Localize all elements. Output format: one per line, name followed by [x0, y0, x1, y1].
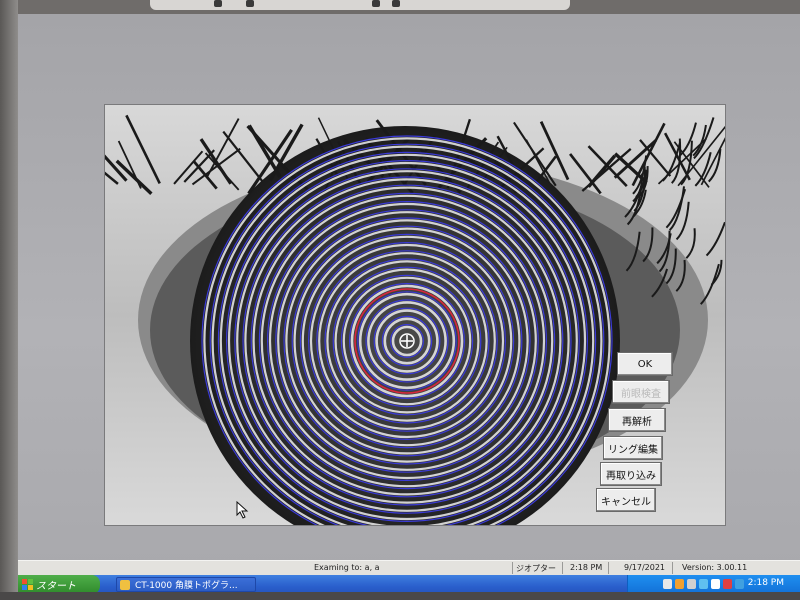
status-separator [608, 562, 609, 574]
tray-security-icon[interactable] [675, 579, 684, 589]
mouse-cursor-icon [236, 501, 249, 519]
anterior-exam-button[interactable]: 前眼検査 [612, 380, 670, 404]
measurement-mode: ジオプター [516, 564, 556, 573]
task-label: CT-1000 角膜トポグラ... [135, 581, 238, 591]
status-separator [672, 562, 673, 574]
tray-app-icon[interactable] [699, 579, 708, 589]
examining-status: Examing to: a, a [314, 563, 380, 572]
monitor-top-strip [150, 0, 570, 10]
bezel-icon [214, 0, 222, 7]
bezel-icon [246, 0, 254, 7]
version-label: Version: 3.00.11 [682, 563, 748, 572]
ok-button[interactable]: OK [617, 352, 673, 376]
status-bar: Examing to: a, a ジオプター 2:18 PM 9/17/2021… [18, 560, 800, 576]
app-icon [120, 580, 130, 590]
status-time: 2:18 PM [570, 563, 603, 572]
windows-flag-icon [22, 579, 33, 590]
reanalyze-button[interactable]: 再解析 [608, 408, 666, 432]
tray-monitor-icon[interactable] [735, 579, 744, 589]
start-label: スタート [36, 581, 76, 592]
tray-alert-icon[interactable] [723, 579, 732, 589]
reimport-button[interactable]: 再取り込み [600, 462, 662, 486]
taskbar-app-ct1000[interactable]: CT-1000 角膜トポグラ... [116, 577, 256, 592]
status-separator [512, 562, 513, 574]
monitor-bezel-left [0, 0, 18, 600]
cancel-button[interactable]: キャンセル [596, 488, 656, 512]
ring-edit-button[interactable]: リング編集 [603, 436, 663, 460]
tray-clock[interactable]: 2:18 PM [748, 578, 784, 588]
tray-speaker-icon[interactable] [687, 579, 696, 589]
tray-device-icon[interactable] [711, 579, 720, 589]
status-separator [562, 562, 563, 574]
monitor-bezel-bottom [0, 592, 800, 600]
tray-network-icon[interactable] [663, 579, 672, 589]
status-date: 9/17/2021 [624, 563, 666, 572]
bezel-icon [392, 0, 400, 7]
bezel-icon [372, 0, 380, 7]
